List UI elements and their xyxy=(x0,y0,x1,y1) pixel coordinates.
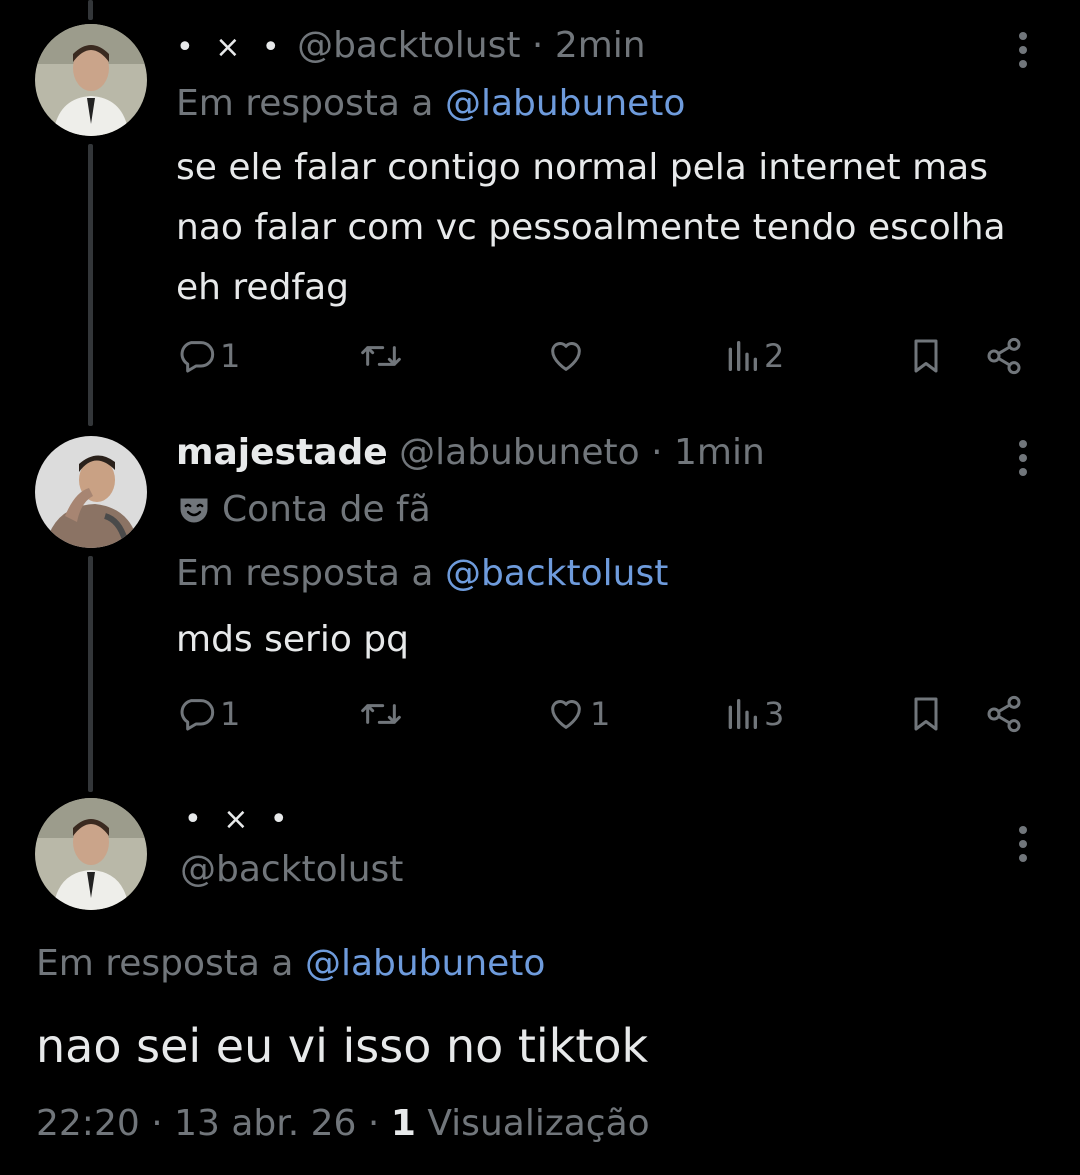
tweet-text: nao sei eu vi isso no tiktok xyxy=(36,1019,649,1073)
share-button[interactable] xyxy=(984,694,1024,734)
separator: · xyxy=(531,25,544,66)
share-button[interactable] xyxy=(984,336,1024,376)
more-icon[interactable] xyxy=(1019,32,1027,68)
retweet-button[interactable] xyxy=(358,336,408,376)
retweet-button[interactable] xyxy=(358,694,408,734)
reply-prefix: Em resposta a xyxy=(176,553,434,594)
views-icon xyxy=(728,341,757,371)
reply-icon xyxy=(180,699,215,731)
bookmark-icon xyxy=(914,339,938,373)
separator: · xyxy=(651,432,663,473)
timestamp[interactable]: 1min xyxy=(674,432,765,473)
avatar[interactable] xyxy=(35,798,147,910)
views-button[interactable]: 3 xyxy=(724,694,784,734)
badge-label: Conta de fã xyxy=(222,489,431,530)
reply-count: 1 xyxy=(220,337,241,375)
avatar-image xyxy=(35,798,147,910)
more-icon[interactable] xyxy=(1019,440,1027,476)
avatar-image xyxy=(35,436,147,548)
tweet-text: mds serio pq xyxy=(176,619,409,660)
more-icon[interactable] xyxy=(1019,826,1027,862)
views-button[interactable]: 2 xyxy=(724,336,784,376)
post-time[interactable]: 22:20 xyxy=(36,1103,140,1144)
mask-icon xyxy=(180,498,208,523)
views-count: 2 xyxy=(764,337,785,375)
like-icon xyxy=(551,342,581,371)
views-label: Visualização xyxy=(427,1103,650,1144)
reply-context: Em resposta a @backtolust xyxy=(176,552,668,596)
reply-to-link[interactable]: @backtolust xyxy=(445,553,668,594)
like-count: 1 xyxy=(590,695,611,733)
like-button[interactable]: 1 xyxy=(546,694,610,734)
views-count: 1 xyxy=(390,1103,416,1144)
reply-button[interactable]: 1 xyxy=(176,336,240,376)
handle[interactable]: @backtolust xyxy=(180,848,403,892)
separator: · xyxy=(151,1103,163,1144)
retweet-icon xyxy=(361,704,401,724)
tweet-header: majestade @labubuneto · 1min xyxy=(176,431,765,475)
reply-count: 1 xyxy=(220,695,241,733)
fan-account-badge[interactable]: Conta de fã xyxy=(176,488,431,532)
avatar-image xyxy=(35,24,147,136)
timestamp[interactable]: 2min xyxy=(555,25,646,66)
reply-prefix: Em resposta a xyxy=(36,943,294,984)
tweet-text: se ele falar contigo normal pela interne… xyxy=(176,147,1006,308)
reply-button[interactable]: 1 xyxy=(176,694,240,734)
reply-to-link[interactable]: @labubuneto xyxy=(445,83,686,124)
views-count: 3 xyxy=(764,695,785,733)
reply-context: Em resposta a @labubuneto xyxy=(176,82,685,126)
views-icon xyxy=(728,699,757,729)
handle[interactable]: @backtolust xyxy=(297,25,520,66)
avatar[interactable] xyxy=(35,436,147,548)
display-name[interactable]: • × • xyxy=(176,30,286,65)
handle[interactable]: @labubuneto xyxy=(399,432,640,473)
like-button[interactable] xyxy=(546,336,590,376)
bookmark-icon xyxy=(914,697,938,731)
display-name[interactable]: • × • xyxy=(184,800,294,840)
thread-line-top xyxy=(88,0,93,20)
thread-line-1 xyxy=(88,144,93,426)
reply-icon xyxy=(180,341,215,373)
reply-to-link[interactable]: @labubuneto xyxy=(305,943,546,984)
like-icon xyxy=(551,700,581,729)
tweet-footer: 22:20 · 13 abr. 26 · 1 Visualização xyxy=(36,1102,650,1146)
reply-prefix: Em resposta a xyxy=(176,83,434,124)
display-name[interactable]: majestade xyxy=(176,432,388,473)
reply-context: Em resposta a @labubuneto xyxy=(36,942,545,986)
post-date[interactable]: 13 abr. 26 xyxy=(174,1103,356,1144)
share-icon xyxy=(987,337,1021,375)
bookmark-button[interactable] xyxy=(906,694,946,734)
bookmark-button[interactable] xyxy=(906,336,946,376)
retweet-icon xyxy=(361,346,401,366)
thread-line-2 xyxy=(88,556,93,792)
tweet-header: • × • @backtolust · 2min xyxy=(176,24,646,70)
separator: · xyxy=(367,1103,380,1144)
share-icon xyxy=(987,695,1021,733)
avatar[interactable] xyxy=(35,24,147,136)
